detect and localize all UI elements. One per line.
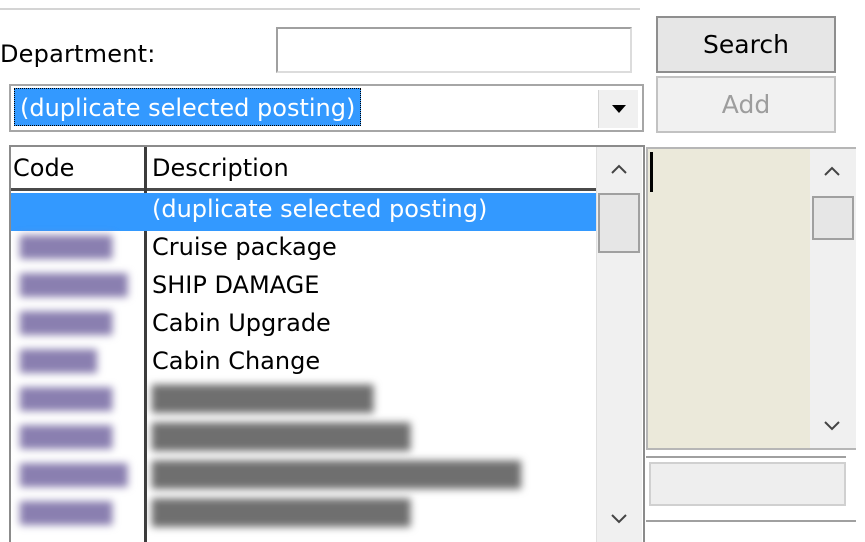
department-label: Department: — [0, 40, 156, 68]
redacted-code: ██████ — [20, 311, 113, 335]
redacted-description: ████████████ — [152, 385, 374, 413]
chevron-down-icon — [611, 514, 627, 524]
list-header — [11, 147, 596, 191]
panel-scrollbar[interactable] — [810, 149, 856, 448]
redacted-code: ███████ — [20, 463, 128, 487]
redacted-description: ██████████████ — [152, 499, 411, 527]
panel-scroll-down-button[interactable] — [810, 404, 854, 448]
top-divider — [0, 8, 640, 10]
list-item[interactable]: (duplicate selected posting) — [152, 195, 487, 223]
dropdown-button[interactable] — [598, 90, 638, 128]
scroll-down-button[interactable] — [597, 497, 641, 541]
list-scroll-thumb[interactable] — [598, 193, 640, 253]
text-caret — [650, 152, 653, 192]
panel-scroll-thumb[interactable] — [812, 196, 854, 240]
posting-select-value: (duplicate selected posting) — [14, 88, 362, 126]
redacted-code: ██████ — [20, 425, 113, 449]
column-header-description[interactable]: Description — [152, 154, 289, 182]
redacted-code: ██████ — [20, 235, 113, 259]
redacted-code: █████ — [20, 349, 97, 373]
redacted-code: ███████ — [20, 273, 128, 297]
redacted-description: ████████████████████ — [152, 461, 522, 489]
redacted-description: ██████████████ — [152, 423, 411, 451]
scroll-up-button[interactable] — [597, 147, 641, 191]
chevron-down-icon — [611, 105, 626, 113]
department-input[interactable] — [276, 27, 632, 73]
list-item[interactable]: SHIP DAMAGE — [152, 271, 319, 299]
column-header-code[interactable]: Code — [13, 154, 74, 182]
redacted-code: ██████ — [20, 387, 113, 411]
list-item[interactable]: Cabin Change — [152, 347, 320, 375]
panel-scroll-up-button[interactable] — [810, 149, 854, 193]
redacted-code: ██████ — [20, 501, 113, 525]
bottom-divider — [646, 520, 856, 522]
chevron-down-icon — [824, 421, 840, 431]
search-button[interactable]: Search — [656, 16, 836, 73]
list-item[interactable]: Cabin Upgrade — [152, 309, 331, 337]
chevron-up-icon — [611, 164, 627, 174]
secondary-field[interactable] — [649, 462, 846, 506]
add-button[interactable]: Add — [656, 76, 836, 133]
list-item[interactable]: Cruise package — [152, 233, 337, 261]
chevron-up-icon — [824, 166, 840, 176]
